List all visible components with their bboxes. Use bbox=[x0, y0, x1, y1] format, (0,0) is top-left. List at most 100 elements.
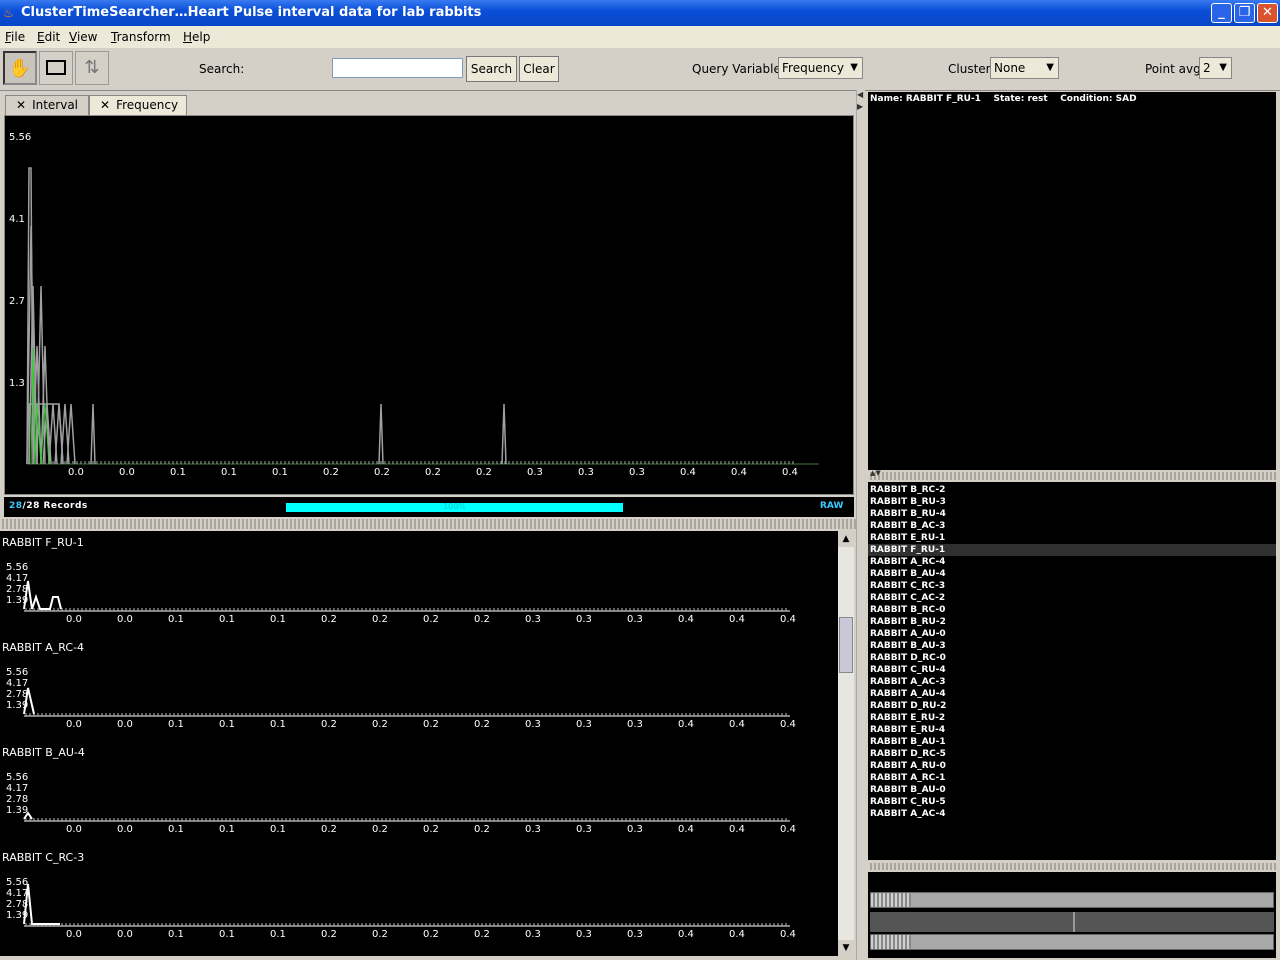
list-item[interactable]: RABBIT E_RU-4 bbox=[868, 724, 1276, 736]
mini-x-tick-label: 0.1 bbox=[270, 929, 286, 940]
list-item[interactable]: RABBIT B_AU-0 bbox=[868, 784, 1276, 796]
tab-label: Frequency bbox=[116, 98, 179, 112]
minimize-button[interactable]: _ bbox=[1211, 3, 1232, 23]
mini-x-tick-label: 0.0 bbox=[66, 929, 82, 940]
list-item[interactable]: RABBIT C_RU-4 bbox=[868, 664, 1276, 676]
rectangle-icon[interactable] bbox=[39, 51, 73, 85]
x-tick-label: 0.1 bbox=[272, 467, 288, 478]
mini-x-tick-label: 0.1 bbox=[219, 824, 235, 835]
list-item[interactable]: RABBIT B_RC-2 bbox=[868, 484, 1276, 496]
close-button[interactable]: ✕ bbox=[1257, 3, 1278, 23]
list-item[interactable]: RABBIT B_AU-1 bbox=[868, 736, 1276, 748]
progress-label: 100% bbox=[443, 502, 466, 511]
close-icon[interactable]: ✕ bbox=[16, 98, 26, 112]
menu-file[interactable]: File bbox=[5, 30, 25, 44]
right-splitter-top[interactable]: ▲▼ bbox=[868, 469, 1276, 480]
chevron-down-icon: ▼ bbox=[850, 62, 858, 73]
mini-x-tick-label: 0.4 bbox=[678, 824, 694, 835]
mini-x-tick-label: 0.0 bbox=[117, 824, 133, 835]
list-item[interactable]: RABBIT A_RU-0 bbox=[868, 760, 1276, 772]
point-avg-select[interactable]: 2 ▼ bbox=[1199, 57, 1232, 79]
list-item[interactable]: RABBIT A_AU-4 bbox=[868, 688, 1276, 700]
cluster-label: Cluster bbox=[948, 62, 991, 76]
scrollbar-thumb[interactable] bbox=[839, 617, 853, 673]
list-item[interactable]: RABBIT E_RU-1 bbox=[868, 532, 1276, 544]
list-item[interactable]: RABBIT A_AC-3 bbox=[868, 676, 1276, 688]
range-slider-top[interactable] bbox=[870, 892, 1274, 908]
mini-y-tick-label: 4.17 bbox=[6, 783, 28, 794]
mini-chart-title: RABBIT C_RC-3 bbox=[2, 851, 84, 864]
right-splitter-bottom[interactable] bbox=[868, 863, 1276, 870]
list-item[interactable]: RABBIT B_AU-4 bbox=[868, 568, 1276, 580]
list-item[interactable]: RABBIT A_RC-1 bbox=[868, 772, 1276, 784]
list-item[interactable]: RABBIT F_RU-1 bbox=[868, 544, 1276, 556]
collapse-left-icon[interactable]: ◀ bbox=[857, 90, 863, 99]
scroll-up-icon[interactable]: ▲ bbox=[838, 531, 854, 547]
list-item[interactable]: RABBIT A_AU-0 bbox=[868, 628, 1276, 640]
search-input[interactable] bbox=[332, 58, 463, 78]
mini-series-line bbox=[23, 580, 62, 610]
list-item[interactable]: RABBIT A_RC-4 bbox=[868, 556, 1276, 568]
list-item[interactable]: RABBIT B_AU-3 bbox=[868, 640, 1276, 652]
menu-transform[interactable]: Transform bbox=[111, 30, 171, 44]
collapse-right-icon[interactable]: ▶ bbox=[857, 102, 863, 111]
list-item[interactable]: RABBIT C_RC-3 bbox=[868, 580, 1276, 592]
mini-y-tick-label: 2.78 bbox=[6, 584, 28, 595]
range-slider-bottom[interactable] bbox=[870, 934, 1274, 950]
list-item[interactable]: RABBIT B_RU-3 bbox=[868, 496, 1276, 508]
mini-chart[interactable]: RABBIT A_RC-45.564.172.781.390.0 0.0 0.1 0.… bbox=[2, 641, 796, 730]
sort-icon[interactable]: ⇅ bbox=[75, 51, 109, 85]
list-item[interactable]: RABBIT B_RU-4 bbox=[868, 508, 1276, 520]
records-current: 28 bbox=[9, 501, 23, 511]
vertical-splitter[interactable]: ◀ ▶ bbox=[856, 90, 865, 960]
query-variable-select[interactable]: Frequency ▼ bbox=[778, 57, 863, 79]
horizontal-splitter[interactable] bbox=[0, 519, 856, 529]
list-item[interactable]: RABBIT B_RU-2 bbox=[868, 616, 1276, 628]
cluster-select[interactable]: None ▼ bbox=[990, 57, 1059, 79]
list-item[interactable]: RABBIT C_AC-2 bbox=[868, 592, 1276, 604]
mini-chart[interactable]: RABBIT F_RU-15.564.172.781.390.0 0.0 0.1 0.… bbox=[2, 536, 796, 625]
mini-chart[interactable]: RABBIT C_RC-35.564.172.781.390.0 0.0 0.1 0.… bbox=[2, 851, 796, 940]
chevron-down-icon: ▼ bbox=[1046, 62, 1054, 73]
query-variable-value: Frequency bbox=[782, 61, 844, 75]
status-bar: 28/28 Records 100% RAW bbox=[4, 497, 854, 517]
hand-icon[interactable]: ✋ bbox=[3, 51, 37, 85]
mini-x-tick-label: 0.2 bbox=[423, 719, 439, 730]
vertical-scrollbar[interactable]: ▲ ▼ bbox=[838, 531, 854, 956]
mini-x-tick-label: 0.3 bbox=[576, 824, 592, 835]
records-total: /28 Records bbox=[22, 501, 88, 511]
mini-x-tick-label: 0.4 bbox=[678, 929, 694, 940]
mini-chart[interactable]: RABBIT B_AU-4 5.564.172.781.39 0.0 0.0 0.1 0.… bbox=[2, 746, 796, 835]
tab-frequency[interactable]: ✕ Frequency bbox=[89, 95, 187, 115]
list-item[interactable]: RABBIT C_RU-5 bbox=[868, 796, 1276, 808]
list-item[interactable]: RABBIT D_RC-5 bbox=[868, 748, 1276, 760]
main-chart[interactable]: 5.56 4.1 2.7 1.3 0.0 0.0 0.1 0.1 0.1 0.2 0.2 0.2 0.2… bbox=[4, 115, 854, 495]
toolbar: ✋ ⇅ bbox=[0, 48, 1280, 91]
list-item[interactable]: RABBIT D_RC-0 bbox=[868, 652, 1276, 664]
x-tick-label: 0.1 bbox=[221, 467, 237, 478]
slider-thumb[interactable] bbox=[871, 935, 911, 949]
menu-edit[interactable]: Edit bbox=[37, 30, 60, 44]
splitter-arrows-icon[interactable]: ▲▼ bbox=[870, 469, 881, 477]
list-item[interactable]: RABBIT A_AC-4 bbox=[868, 808, 1276, 820]
menu-view[interactable]: View bbox=[69, 30, 97, 44]
tab-interval[interactable]: ✕ Interval bbox=[5, 95, 89, 115]
range-divider bbox=[1073, 912, 1075, 932]
slider-thumb[interactable] bbox=[871, 893, 911, 907]
mini-x-tick-label: 0.2 bbox=[474, 614, 490, 625]
menu-help[interactable]: Help bbox=[183, 30, 210, 44]
mode-label[interactable]: RAW bbox=[820, 501, 843, 511]
list-item[interactable]: RABBIT B_AC-3 bbox=[868, 520, 1276, 532]
mini-x-tick-label: 0.2 bbox=[321, 614, 337, 625]
list-item[interactable]: RABBIT D_RU-2 bbox=[868, 700, 1276, 712]
x-tick-label: 0.3 bbox=[527, 467, 543, 478]
list-item[interactable]: RABBIT B_RC-0 bbox=[868, 604, 1276, 616]
mini-x-tick-label: 0.2 bbox=[372, 614, 388, 625]
search-button[interactable]: Search bbox=[466, 56, 517, 82]
close-icon[interactable]: ✕ bbox=[100, 98, 110, 112]
scroll-down-icon[interactable]: ▼ bbox=[838, 940, 854, 956]
list-item[interactable]: RABBIT E_RU-2 bbox=[868, 712, 1276, 724]
mini-y-tick-label: 4.17 bbox=[6, 678, 28, 689]
maximize-button[interactable]: ❐ bbox=[1234, 3, 1255, 23]
clear-button[interactable]: Clear bbox=[519, 56, 559, 82]
